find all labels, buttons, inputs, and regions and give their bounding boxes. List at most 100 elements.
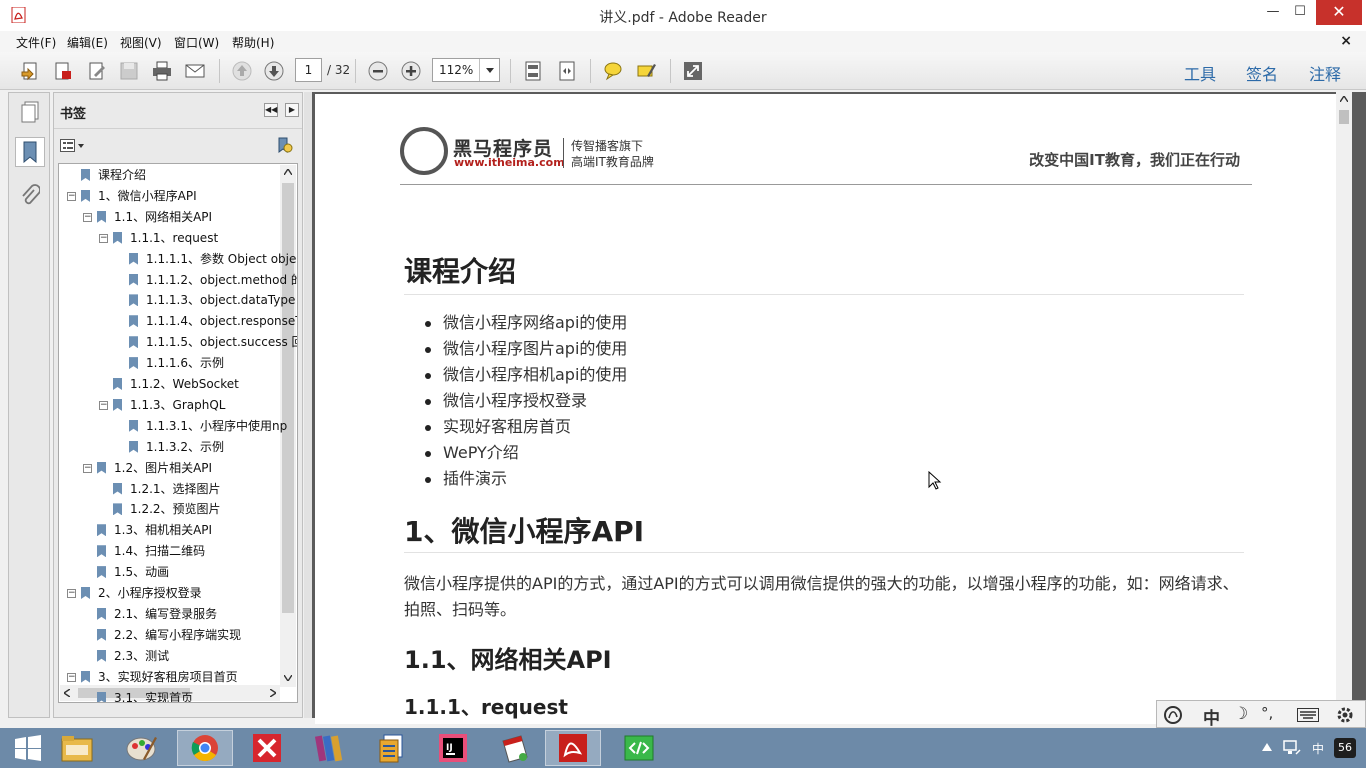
bookmark-item[interactable]: 1.1、网络相关API [97, 207, 212, 227]
bookmark-item[interactable]: 1.2、图片相关API [97, 458, 212, 478]
menu-file[interactable]: 文件(F) [16, 34, 56, 51]
zoom-in-icon[interactable] [398, 58, 424, 84]
bookmark-item[interactable]: 1.1.1.1、参数 Object obje [129, 249, 296, 269]
paint-icon[interactable] [114, 730, 170, 766]
ime-language-toggle[interactable]: 中 [1203, 704, 1220, 729]
tree-collapse-toggle[interactable]: − [83, 463, 92, 473]
bookmark-item[interactable]: 3.1、实现首页 [97, 688, 193, 702]
bookmark-item[interactable]: 2.1、编写登录服务 [97, 604, 217, 624]
tray-ime-language[interactable]: 中 [1312, 740, 1324, 757]
winrar-icon[interactable] [301, 730, 357, 766]
close-document-icon[interactable]: × [1340, 33, 1352, 49]
close-button[interactable]: ✕ [1316, 0, 1362, 25]
bookmark-item[interactable]: 1、微信小程序API [81, 186, 197, 206]
chevron-right-icon[interactable] [270, 689, 276, 697]
zoom-out-icon[interactable] [365, 58, 391, 84]
pane-splitter[interactable] [304, 92, 312, 718]
tree-collapse-toggle[interactable]: − [83, 212, 92, 222]
xmind-icon[interactable] [239, 730, 295, 766]
sogou-logo-icon[interactable] [1163, 705, 1187, 725]
bookmark-item[interactable]: 2.3、测试 [97, 646, 169, 666]
bookmark-item[interactable]: 1.1.1.3、object.dataType I [129, 290, 297, 310]
bookmark-item[interactable]: 1.2.1、选择图片 [113, 479, 221, 499]
page-thumbnails-icon[interactable] [15, 97, 45, 127]
adobe-reader-taskbar-icon[interactable] [545, 730, 601, 766]
tree-collapse-toggle[interactable]: − [99, 233, 108, 243]
moon-icon[interactable]: ☽ [1233, 704, 1248, 724]
bookmark-item[interactable]: 1.3、相机相关API [97, 520, 212, 540]
keyboard-icon[interactable] [1297, 708, 1319, 722]
create-pdf-icon[interactable] [50, 58, 76, 84]
previous-page-icon[interactable] [229, 58, 255, 84]
fit-page-icon[interactable] [520, 58, 546, 84]
word-docs-icon[interactable] [363, 730, 419, 766]
chrome-icon[interactable] [177, 730, 233, 766]
bookmark-item[interactable]: 1.2.2、预览图片 [113, 499, 221, 519]
bookmark-item[interactable]: 2、小程序授权登录 [81, 583, 202, 603]
bookmark-item[interactable]: 1.1.3、GraphQL [113, 395, 225, 415]
attachments-icon[interactable] [15, 181, 45, 211]
bookmark-item[interactable]: 3、实现好客租房项目首页 [81, 667, 238, 687]
page-number-input[interactable]: 1 [295, 58, 322, 82]
menu-help[interactable]: 帮助(H) [232, 34, 274, 51]
bookmark-item[interactable]: 1.1.1.6、示例 [129, 353, 224, 373]
highlight-icon[interactable] [633, 58, 659, 84]
chevron-left-icon[interactable] [64, 689, 70, 697]
comment-pane-button[interactable]: 注释 [1309, 61, 1341, 85]
edit-pdf-icon[interactable] [84, 58, 110, 84]
code-editor-icon[interactable] [611, 730, 667, 766]
file-explorer-icon[interactable] [49, 730, 105, 766]
start-button[interactable] [0, 730, 56, 766]
bookmark-options-icon[interactable] [60, 139, 86, 153]
bookmark-item[interactable]: 课程介绍 [81, 165, 146, 185]
chevron-up-icon[interactable] [284, 169, 292, 175]
tree-collapse-toggle[interactable]: − [67, 191, 76, 201]
intellij-idea-icon[interactable]: IJ [425, 730, 481, 766]
bookmark-item[interactable]: 1.1.3.1、小程序中使用np [129, 416, 287, 436]
scrollbar-thumb[interactable] [282, 183, 294, 613]
chevron-down-icon[interactable] [284, 675, 292, 681]
bookmark-item[interactable]: 1.1.3.2、示例 [129, 437, 224, 457]
bookmark-item[interactable]: 1.1.1、request [113, 228, 218, 248]
expand-panel-icon[interactable]: ▶ [285, 103, 299, 117]
maximize-button[interactable]: ☐ [1284, 0, 1316, 25]
chevron-up-icon[interactable] [1340, 96, 1348, 102]
document-vertical-scrollbar[interactable] [1336, 92, 1352, 718]
print-icon[interactable] [149, 58, 175, 84]
tree-collapse-toggle[interactable]: − [99, 400, 108, 410]
fullscreen-icon[interactable] [680, 58, 706, 84]
punctuation-icon[interactable]: °, [1261, 704, 1273, 722]
menu-window[interactable]: 窗口(W) [174, 34, 219, 51]
bookmarks-panel-icon[interactable] [15, 137, 45, 167]
chevron-down-icon[interactable] [479, 59, 499, 81]
tools-pane-button[interactable]: 工具 [1184, 61, 1216, 85]
open-file-icon[interactable] [18, 58, 44, 84]
save-icon[interactable] [116, 58, 142, 84]
gear-icon[interactable] [1335, 705, 1355, 725]
comment-icon[interactable] [600, 58, 626, 84]
fit-width-icon[interactable] [554, 58, 580, 84]
scrollbar-thumb[interactable] [1339, 110, 1349, 124]
tree-collapse-toggle[interactable]: − [67, 672, 76, 682]
find-bookmark-icon[interactable] [276, 137, 294, 155]
tree-collapse-toggle[interactable]: − [67, 589, 76, 598]
bookmark-item[interactable]: 1.1.1.2、object.method 的 [129, 270, 297, 290]
show-hidden-icons-icon[interactable] [1262, 743, 1272, 751]
calendar-app-icon[interactable] [487, 730, 543, 766]
next-page-icon[interactable] [261, 58, 287, 84]
bookmark-item[interactable]: 1.1.1.4、object.responseT [129, 311, 297, 331]
menu-edit[interactable]: 编辑(E) [67, 34, 108, 51]
bookmark-item[interactable]: 1.1.1.5、object.success 回 [129, 332, 297, 352]
notification-badge[interactable]: 56 [1334, 738, 1356, 758]
document-view[interactable]: 黑马程序员 www.itheima.com 传智播客旗下 高端IT教育品牌 改变… [312, 92, 1366, 724]
collapse-panel-icon[interactable]: ◀◀ [264, 103, 278, 117]
menu-view[interactable]: 视图(V) [120, 34, 162, 51]
bookmark-item[interactable]: 1.1.2、WebSocket [113, 374, 239, 394]
bookmark-item[interactable]: 1.5、动画 [97, 562, 169, 582]
bookmark-item[interactable]: 2.2、编写小程序端实现 [97, 625, 241, 645]
sign-pane-button[interactable]: 签名 [1246, 61, 1278, 85]
bookmark-item[interactable]: 1.4、扫描二维码 [97, 541, 205, 561]
network-icon[interactable] [1283, 740, 1301, 756]
zoom-select[interactable]: 112% [432, 58, 500, 82]
email-icon[interactable] [182, 58, 208, 84]
